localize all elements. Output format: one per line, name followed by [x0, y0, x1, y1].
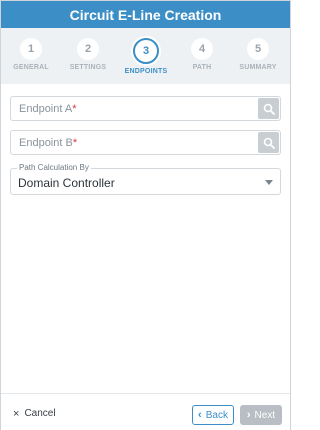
wizard-stepper: 1 GENERAL 2 SETTINGS 3 ENDPOINTS 4 PATH …: [1, 28, 290, 84]
endpoint-a-placeholder: Endpoint A*: [19, 103, 77, 115]
chevron-right-icon: ›: [246, 409, 251, 421]
search-icon: [263, 103, 275, 115]
close-icon: ×: [13, 407, 20, 420]
back-label: Back: [205, 409, 228, 421]
step-number: 5: [247, 38, 269, 60]
cancel-label: Cancel: [24, 408, 56, 419]
wizard-footer: × Cancel ‹ Back › Next: [1, 393, 290, 430]
back-button[interactable]: ‹ Back: [192, 405, 234, 425]
next-label: Next: [254, 409, 276, 421]
wizard-header: Circuit E-Line Creation: [1, 1, 290, 28]
cancel-button[interactable]: × Cancel: [13, 408, 56, 419]
step-number: 1: [20, 38, 42, 60]
endpoint-b-placeholder: Endpoint B*: [19, 137, 78, 149]
chevron-left-icon: ‹: [198, 409, 202, 421]
search-icon: [263, 137, 275, 149]
step-label: PATH: [192, 64, 212, 71]
wizard-panel: Circuit E-Line Creation 1 GENERAL 2 SETT…: [0, 0, 291, 430]
endpoint-b-search-button[interactable]: [258, 132, 279, 153]
step-summary[interactable]: 5 SUMMARY: [232, 38, 284, 71]
step-label: ENDPOINTS: [124, 68, 168, 75]
step-label: SUMMARY: [239, 64, 277, 71]
next-button[interactable]: › Next: [240, 405, 282, 425]
wizard-title: Circuit E-Line Creation: [69, 6, 222, 23]
path-calculation-label: Path Calculation By: [17, 163, 91, 172]
path-calculation-value: Domain Controller: [18, 176, 115, 190]
step-label: GENERAL: [13, 64, 49, 71]
required-marker: *: [72, 103, 77, 115]
step-number: 2: [77, 38, 99, 60]
step-general[interactable]: 1 GENERAL: [5, 38, 57, 71]
step-label: SETTINGS: [69, 64, 107, 71]
step-number: 3: [133, 38, 159, 64]
step-endpoints[interactable]: 3 ENDPOINTS: [120, 38, 172, 75]
required-marker: *: [72, 137, 78, 149]
step-number: 4: [191, 38, 213, 60]
path-calculation-select[interactable]: Path Calculation By Domain Controller: [10, 163, 281, 195]
chevron-down-icon: [265, 180, 273, 185]
endpoint-a-input[interactable]: Endpoint A*: [10, 96, 281, 121]
endpoint-b-input[interactable]: Endpoint B*: [10, 130, 281, 155]
step-path[interactable]: 4 PATH: [176, 38, 228, 71]
endpoint-a-search-button[interactable]: [258, 98, 279, 119]
step-settings[interactable]: 2 SETTINGS: [62, 38, 114, 71]
